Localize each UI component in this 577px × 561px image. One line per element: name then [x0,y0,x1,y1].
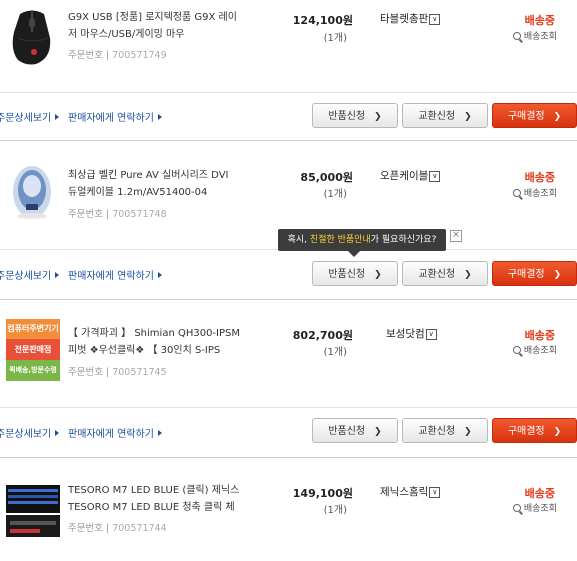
product-thumbnail-keyboard[interactable] [6,481,60,539]
exchange-button[interactable]: 교환신청 ❯ [402,103,488,128]
contact-seller-link[interactable]: 판매자에게 연락하기 [68,425,162,440]
seller-name[interactable]: 타블렛총판 ∨ [380,11,441,26]
price: 124,100원 [292,14,353,27]
product-name[interactable]: 최상급 벨킨 Pure AV 실버시리즈 DVI 듀얼케이블 1.2m/AV51… [68,167,248,201]
product-name[interactable]: G9X USB [정품] 로지텍정품 G9X 레이 저 마우스/USB/게이밍 … [68,9,248,43]
order-detail-link[interactable]: 주문상세보기 [0,109,60,124]
chevron-right-icon: ❯ [464,270,472,280]
seller-name[interactable]: 오픈케이블 ∨ [380,168,441,183]
order-detail-link[interactable]: 주문상세보기 [0,267,60,282]
status-badge: 배송중 [524,329,555,342]
return-button[interactable]: 반품신청 ❯ [312,418,398,443]
search-icon [512,189,521,197]
product-thumbnail-mouse[interactable] [6,8,58,68]
chevron-right-icon: ❯ [553,270,562,280]
quantity: (1개) [323,347,347,358]
chevron-right-icon: ❯ [464,427,472,437]
seller-name[interactable]: 제닉스홈릭 ∨ [380,484,441,499]
order-number: 주문번호 | 700571749 [68,50,167,61]
chevron-right-icon: ❯ [374,112,382,122]
return-guide-tooltip[interactable]: 혹시, 친절한 반품안내가 필요하신가요? [278,229,446,257]
arrow-right-icon [157,114,162,120]
tracking-link[interactable]: 배송조회 [512,343,557,356]
quantity: (1개) [323,33,347,44]
product-thumbnail-shop-banner[interactable]: 컴퓨터주변기기 전문판매점 퀵배송,방문수령 [6,319,60,383]
order-number: 주문번호 | 700571744 [68,523,167,534]
chevron-right-icon: ❯ [553,427,562,437]
chevron-right-icon: ❯ [374,270,382,280]
exchange-button[interactable]: 교환신청 ❯ [402,261,488,286]
search-icon [512,346,521,354]
quantity: (1개) [323,505,347,516]
chevron-down-icon[interactable]: ∨ [429,487,441,498]
banner-line: 전문판매점 [6,339,60,360]
product-thumbnail-cable[interactable] [6,162,58,222]
confirm-purchase-button[interactable]: 구매결정 ❯ [492,261,577,286]
banner-line: 컴퓨터주변기기 [6,319,60,339]
divider [0,299,577,300]
product-name[interactable]: TESORO M7 LED BLUE (클릭) 제닉스 TESORO M7 LE… [68,482,258,516]
confirm-purchase-button[interactable]: 구매결정 ❯ [492,418,577,443]
contact-seller-link[interactable]: 판매자에게 연락하기 [68,109,162,124]
order-number: 주문번호 | 700571748 [68,209,167,220]
price: 802,700원 [292,329,353,342]
quantity: (1개) [323,189,347,200]
arrow-right-icon [157,272,162,278]
divider [0,407,577,408]
divider [0,457,577,458]
price: 149,100원 [292,487,353,500]
order-number: 주문번호 | 700571745 [68,367,167,378]
tracking-link[interactable]: 배송조회 [512,29,557,42]
chevron-right-icon: ❯ [374,427,382,437]
divider [0,140,577,141]
search-icon [512,504,521,512]
chevron-down-icon[interactable]: ∨ [429,14,441,25]
arrow-right-icon [55,430,60,436]
status-badge: 배송중 [524,14,555,27]
exchange-button[interactable]: 교환신청 ❯ [402,418,488,443]
seller-name[interactable]: 보성닷컴 ∨ [386,326,437,341]
price: 85,000원 [300,171,353,184]
order-detail-link[interactable]: 주문상세보기 [0,425,60,440]
contact-seller-link[interactable]: 판매자에게 연락하기 [68,267,162,282]
divider [0,92,577,93]
chevron-right-icon: ❯ [464,112,472,122]
chevron-right-icon: ❯ [553,112,562,122]
tracking-link[interactable]: 배송조회 [512,186,557,199]
return-button[interactable]: 반품신청 ❯ [312,103,398,128]
return-button[interactable]: 반품신청 ❯ [312,261,398,286]
arrow-right-icon [55,114,60,120]
status-badge: 배송중 [524,171,555,184]
status-badge: 배송중 [524,487,555,500]
confirm-purchase-button[interactable]: 구매결정 ❯ [492,103,577,128]
chevron-down-icon[interactable]: ∨ [429,171,441,182]
arrow-right-icon [55,272,60,278]
tracking-link[interactable]: 배송조회 [512,501,557,514]
arrow-right-icon [157,430,162,436]
chevron-down-icon[interactable]: ∨ [425,329,437,340]
search-icon [512,32,521,40]
product-name[interactable]: 【 가격파괴 】 Shimian QH300-IPSM 피벗 ❖우선클릭❖ 【 … [68,325,258,359]
banner-line: 퀵배송,방문수령 [6,360,60,381]
close-icon[interactable]: × [450,230,462,242]
